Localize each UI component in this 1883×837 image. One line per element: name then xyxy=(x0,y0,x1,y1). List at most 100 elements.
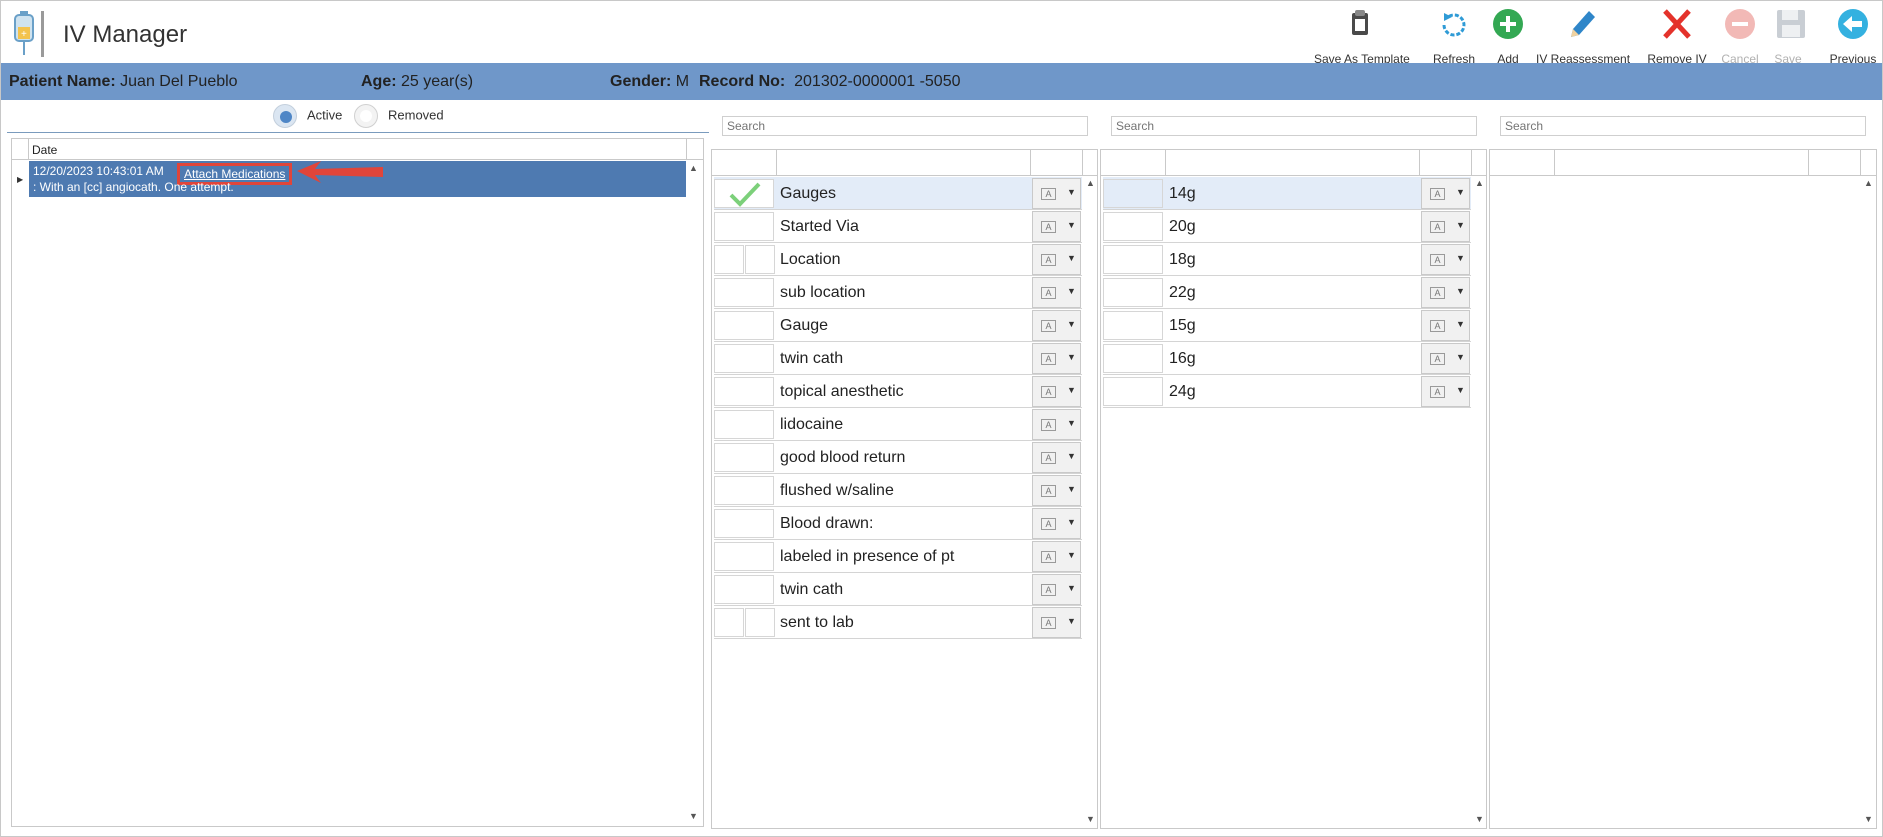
text-icon: A xyxy=(1430,386,1445,398)
note-dropdown[interactable]: A ▼ xyxy=(1032,574,1081,605)
text-icon: A xyxy=(1430,353,1445,365)
row-checkbox[interactable] xyxy=(714,179,774,208)
chevron-down-icon: ▼ xyxy=(1067,616,1076,626)
row-checkbox[interactable] xyxy=(714,575,774,604)
row-checkbox[interactable] xyxy=(714,509,774,538)
gauge-value-row[interactable]: 24g A ▼ xyxy=(1103,375,1471,408)
category-row[interactable]: Started Via A ▼ xyxy=(714,210,1082,243)
third-grid-header xyxy=(1490,150,1876,176)
row-checkbox[interactable] xyxy=(714,245,744,274)
category-row[interactable]: lidocaine A ▼ xyxy=(714,408,1082,441)
row-checkbox[interactable] xyxy=(1103,278,1163,307)
category-row[interactable]: good blood return A ▼ xyxy=(714,441,1082,474)
text-icon: A xyxy=(1041,419,1056,431)
row-checkbox[interactable] xyxy=(714,542,774,571)
category-row[interactable]: Location A ▼ xyxy=(714,243,1082,276)
note-dropdown[interactable]: A ▼ xyxy=(1421,277,1470,308)
category-row[interactable]: flushed w/saline A ▼ xyxy=(714,474,1082,507)
note-dropdown[interactable]: A ▼ xyxy=(1421,376,1470,407)
note-dropdown[interactable]: A ▼ xyxy=(1032,442,1081,473)
category-row[interactable]: topical anesthetic A ▼ xyxy=(714,375,1082,408)
row-checkbox[interactable] xyxy=(1103,245,1163,274)
remove-iv-button[interactable]: Remove IV xyxy=(1641,7,1713,66)
note-dropdown[interactable]: A ▼ xyxy=(1032,607,1081,638)
note-dropdown[interactable]: A ▼ xyxy=(1421,211,1470,242)
row-checkbox[interactable] xyxy=(714,344,774,373)
category-scrollbar[interactable]: ▲ ▼ xyxy=(1084,150,1098,828)
active-radio[interactable]: Active xyxy=(273,104,342,128)
row-checkbox-secondary[interactable] xyxy=(745,608,775,637)
row-checkbox[interactable] xyxy=(714,377,774,406)
chevron-down-icon: ▼ xyxy=(1067,484,1076,494)
row-checkbox-secondary[interactable] xyxy=(745,245,775,274)
note-dropdown[interactable]: A ▼ xyxy=(1421,178,1470,209)
note-dropdown[interactable]: A ▼ xyxy=(1421,343,1470,374)
third-scrollbar[interactable]: ▲ ▼ xyxy=(1862,150,1876,828)
previous-button[interactable]: Previous xyxy=(1823,7,1883,66)
row-checkbox[interactable] xyxy=(1103,344,1163,373)
note-dropdown[interactable]: A ▼ xyxy=(1032,343,1081,374)
removed-radio[interactable]: Removed xyxy=(354,104,444,128)
row-checkbox[interactable] xyxy=(1103,212,1163,241)
category-row[interactable]: twin cath A ▼ xyxy=(714,573,1082,606)
note-dropdown[interactable]: A ▼ xyxy=(1032,277,1081,308)
category-row[interactable]: labeled in presence of pt A ▼ xyxy=(714,540,1082,573)
iv-reassessment-button[interactable]: IV Reassessment xyxy=(1536,7,1630,66)
category-row[interactable]: sent to lab A ▼ xyxy=(714,606,1082,639)
row-checkbox[interactable] xyxy=(714,212,774,241)
category-row[interactable]: Gauge A ▼ xyxy=(714,309,1082,342)
gauge-value-row[interactable]: 20g A ▼ xyxy=(1103,210,1471,243)
save-as-template-button[interactable]: Save As Template xyxy=(1314,7,1410,66)
text-icon: A xyxy=(1041,188,1056,200)
category-label: Location xyxy=(780,251,841,268)
note-dropdown[interactable]: A ▼ xyxy=(1032,376,1081,407)
cancel-button[interactable]: Cancel xyxy=(1719,7,1761,66)
values-scrollbar[interactable]: ▲ ▼ xyxy=(1473,150,1487,828)
gauge-value-row[interactable]: 22g A ▼ xyxy=(1103,276,1471,309)
gender-label: Gender: xyxy=(610,73,672,90)
row-checkbox[interactable] xyxy=(714,476,774,505)
chevron-down-icon: ▼ xyxy=(1067,385,1076,395)
chevron-down-icon: ▼ xyxy=(1067,220,1076,230)
value-search-input[interactable] xyxy=(1111,116,1477,136)
refresh-button[interactable]: Refresh xyxy=(1424,7,1484,66)
save-button[interactable]: Save xyxy=(1773,7,1805,66)
scroll-down-icon: ▼ xyxy=(1864,814,1873,824)
gauge-value-label: 16g xyxy=(1169,350,1196,367)
third-search-input[interactable] xyxy=(1500,116,1866,136)
gauge-value-label: 20g xyxy=(1169,218,1196,235)
note-dropdown[interactable]: A ▼ xyxy=(1032,541,1081,572)
records-scrollbar[interactable]: ▲ ▼ xyxy=(687,139,701,826)
note-dropdown[interactable]: A ▼ xyxy=(1421,310,1470,341)
row-checkbox[interactable] xyxy=(714,608,744,637)
date-column-header[interactable]: Date xyxy=(32,143,57,157)
note-dropdown[interactable]: A ▼ xyxy=(1032,211,1081,242)
note-dropdown[interactable]: A ▼ xyxy=(1032,178,1081,209)
note-dropdown[interactable]: A ▼ xyxy=(1421,244,1470,275)
row-checkbox[interactable] xyxy=(714,278,774,307)
add-button[interactable]: Add xyxy=(1486,7,1530,66)
gauge-value-row[interactable]: 18g A ▼ xyxy=(1103,243,1471,276)
gauge-value-row[interactable]: 16g A ▼ xyxy=(1103,342,1471,375)
row-checkbox[interactable] xyxy=(1103,377,1163,406)
note-dropdown[interactable]: A ▼ xyxy=(1032,508,1081,539)
category-row[interactable]: sub location A ▼ xyxy=(714,276,1082,309)
row-checkbox[interactable] xyxy=(714,410,774,439)
category-label: lidocaine xyxy=(780,416,844,433)
category-row[interactable]: Blood drawn: A ▼ xyxy=(714,507,1082,540)
note-dropdown[interactable]: A ▼ xyxy=(1032,409,1081,440)
note-dropdown[interactable]: A ▼ xyxy=(1032,310,1081,341)
row-checkbox[interactable] xyxy=(714,443,774,472)
category-search-input[interactable] xyxy=(722,116,1088,136)
note-dropdown[interactable]: A ▼ xyxy=(1032,244,1081,275)
row-checkbox[interactable] xyxy=(1103,179,1163,208)
note-dropdown[interactable]: A ▼ xyxy=(1032,475,1081,506)
record-date: 12/20/2023 10:43:01 AM xyxy=(33,164,164,178)
row-indicator-icon: ▶ xyxy=(17,175,24,184)
row-checkbox[interactable] xyxy=(1103,311,1163,340)
gauge-value-row[interactable]: 15g A ▼ xyxy=(1103,309,1471,342)
category-row[interactable]: Gauges A ▼ xyxy=(714,177,1082,210)
category-row[interactable]: twin cath A ▼ xyxy=(714,342,1082,375)
row-checkbox[interactable] xyxy=(714,311,774,340)
gauge-value-row[interactable]: 14g A ▼ xyxy=(1103,177,1471,210)
